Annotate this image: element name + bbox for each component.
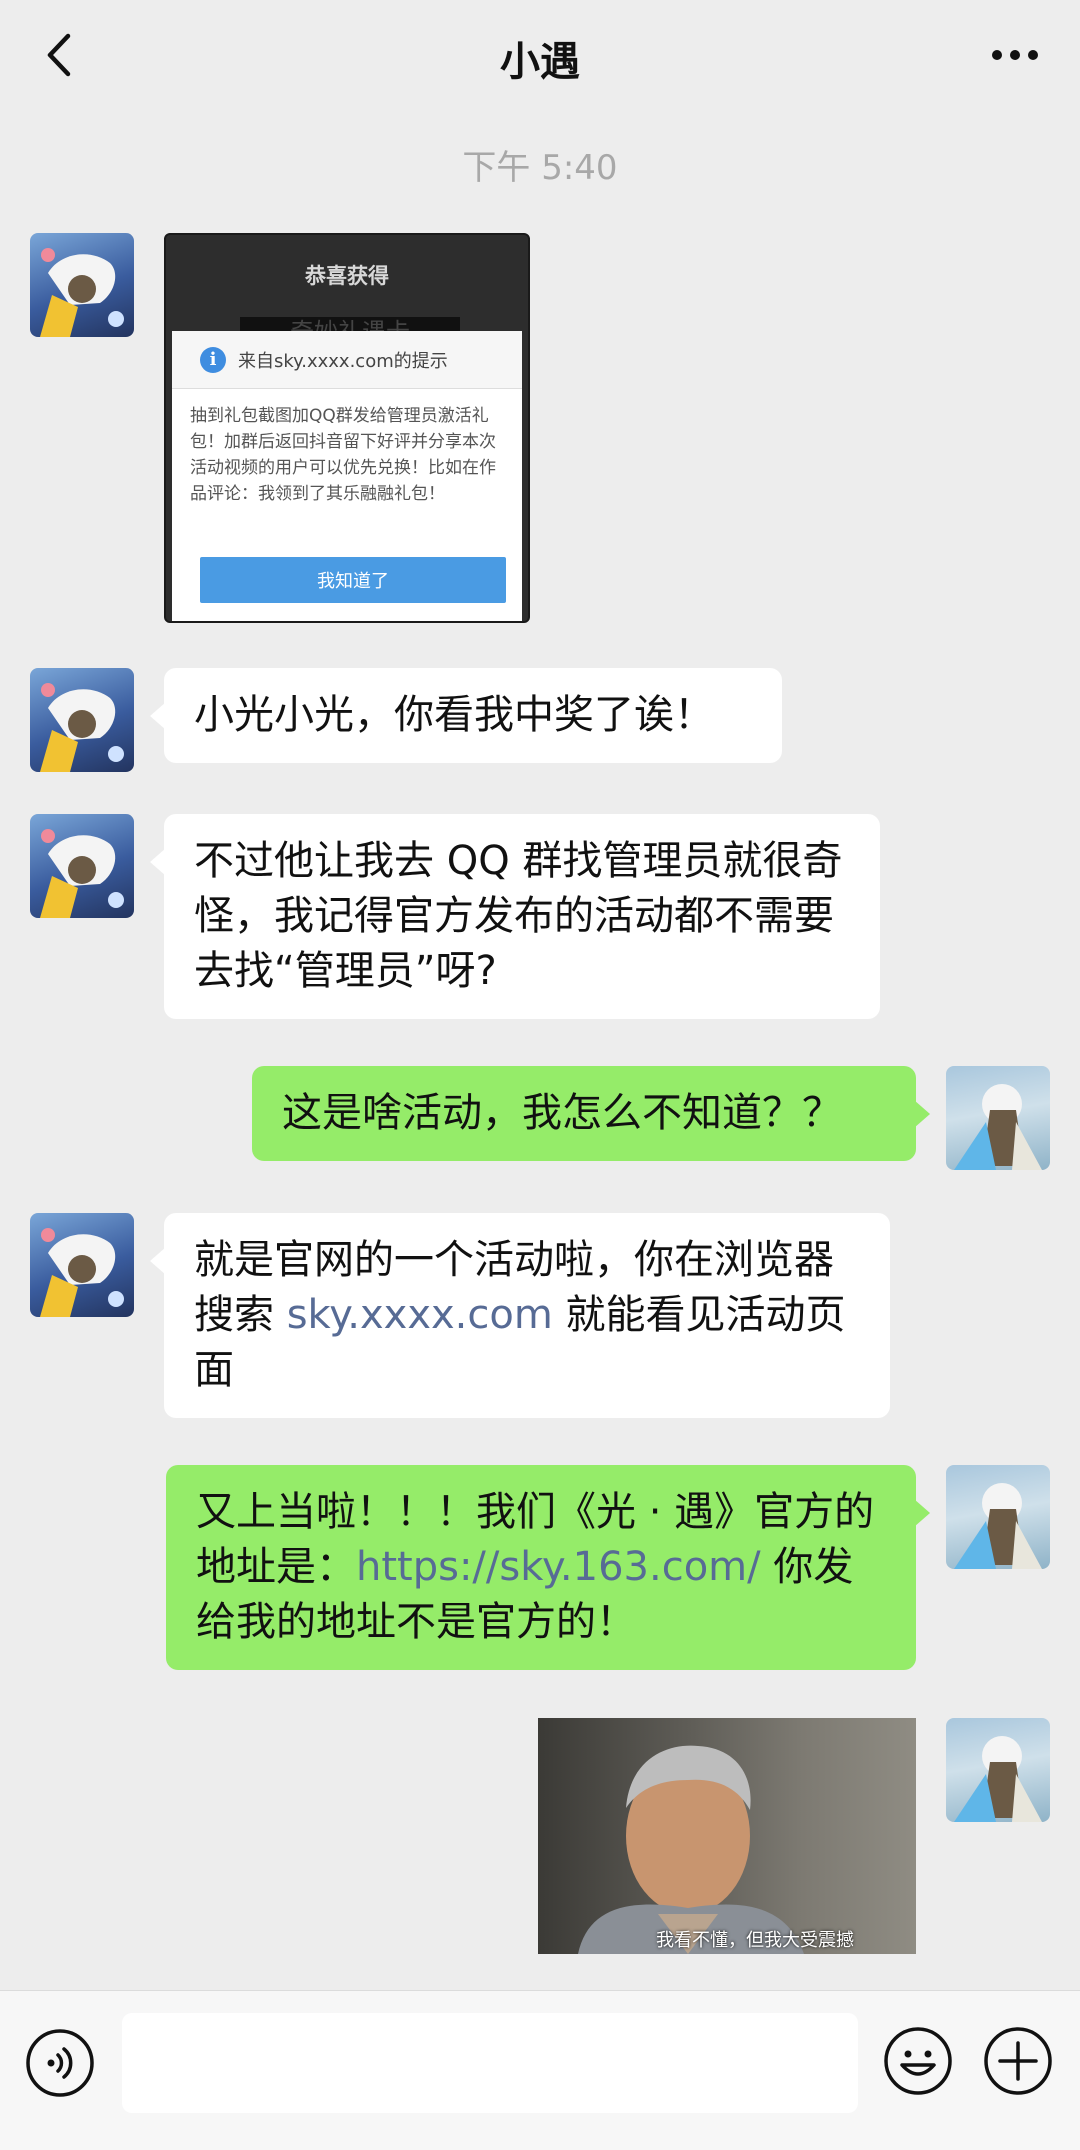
- message-text: 小光小光，你看我中奖了诶！: [194, 692, 714, 738]
- avatar-image: [954, 1084, 1042, 1170]
- more-dots-icon: [992, 50, 1038, 60]
- message-link[interactable]: https://sky.163.com/: [356, 1544, 761, 1590]
- my-avatar[interactable]: [946, 1718, 1050, 1822]
- emoji-icon: [884, 2027, 952, 2095]
- screenshot-dialog-top: i 来自sky.xxxx.com的提示: [172, 331, 522, 389]
- chevron-left-icon: [47, 33, 71, 77]
- screenshot-dialog-button: 我知道了: [200, 557, 506, 603]
- avatar-image: [40, 683, 124, 772]
- contact-avatar[interactable]: [30, 814, 134, 918]
- back-button[interactable]: [30, 25, 90, 85]
- plus-icon: [984, 2027, 1052, 2095]
- screenshot-dialog: i 来自sky.xxxx.com的提示 抽到礼包截图加QQ群发给管理员激活礼包！…: [172, 331, 522, 621]
- meme-caption: 我看不懂，但我大受震撼: [656, 1930, 854, 1951]
- chat-header: 小遇: [0, 0, 1080, 115]
- incoming-message[interactable]: 小光小光，你看我中奖了诶！: [150, 668, 782, 763]
- chat-title: 小遇: [500, 38, 580, 85]
- meme-image-message[interactable]: 我看不懂，但我大受震撼: [538, 1718, 916, 1954]
- contact-avatar[interactable]: [30, 1213, 134, 1317]
- outgoing-message[interactable]: 这是啥活动，我怎么不知道？？: [252, 1066, 930, 1161]
- contact-avatar[interactable]: [30, 233, 134, 337]
- message-link[interactable]: sky.xxxx.com: [287, 1292, 553, 1338]
- my-avatar[interactable]: [946, 1066, 1050, 1170]
- avatar-image: [40, 829, 124, 918]
- avatar-image: [954, 1483, 1042, 1569]
- screenshot-header: 恭喜获得: [305, 264, 389, 288]
- screenshot-image-message[interactable]: 恭喜获得 奇妙礼遇卡 i 来自sky.xxxx.com的提示 抽到礼包截图加QQ…: [164, 233, 530, 623]
- incoming-message[interactable]: 不过他让我去 QQ 群找管理员就很奇怪，我记得官方发布的活动都不需要去找“管理员…: [150, 814, 880, 1019]
- message-text: 不过他让我去 QQ 群找管理员就很奇怪，我记得官方发布的活动都不需要去找“管理员…: [194, 838, 843, 994]
- input-bar: [0, 1990, 1080, 2150]
- message-text: 这是啥活动，我怎么不知道？？: [282, 1090, 842, 1136]
- emoji-button[interactable]: [882, 2025, 954, 2097]
- info-icon: i: [200, 346, 226, 373]
- avatar-image: [954, 1736, 1042, 1822]
- incoming-message[interactable]: 就是官网的一个活动啦，你在浏览器搜索 sky.xxxx.com 就能看见活动页面: [150, 1213, 890, 1418]
- message-input[interactable]: [122, 2013, 858, 2113]
- screenshot-dialog-title: 来自sky.xxxx.com的提示: [238, 350, 448, 372]
- plus-button[interactable]: [982, 2025, 1054, 2097]
- outgoing-message[interactable]: 又上当啦！！！我们《光 · 遇》官方的地址是：https://sky.163.c…: [166, 1465, 930, 1670]
- meme-photo: [578, 1745, 804, 1954]
- contact-avatar[interactable]: [30, 668, 134, 772]
- avatar-image: [40, 1228, 124, 1317]
- voice-button[interactable]: [24, 2027, 96, 2099]
- my-avatar[interactable]: [946, 1465, 1050, 1569]
- avatar-image: [40, 248, 124, 337]
- screenshot-dialog-body: 抽到礼包截图加QQ群发给管理员激活礼包！加群后返回抖音留下好评并分享本次活动视频…: [190, 406, 496, 504]
- more-button[interactable]: [980, 25, 1050, 85]
- voice-icon: [26, 2029, 94, 2097]
- message-timestamp: 下午 5:40: [462, 148, 618, 188]
